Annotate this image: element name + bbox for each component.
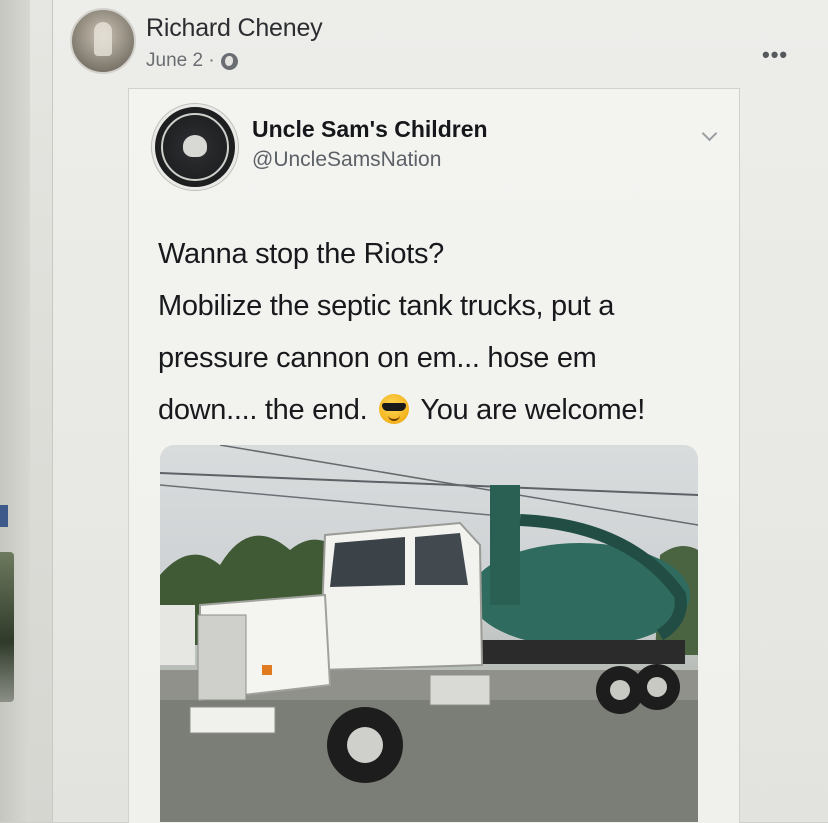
sunglasses-emoji-icon — [379, 394, 410, 424]
tweet-line-last: down.... the end. You are welcome! — [158, 384, 728, 436]
tank-pipe — [490, 485, 520, 605]
power-line — [160, 484, 491, 516]
tweet-line: pressure cannon on em... hose em — [158, 342, 597, 374]
truck-grille — [197, 614, 247, 701]
tweet-handle[interactable]: @UncleSamsNation — [252, 148, 441, 172]
sidebar-marker — [0, 505, 8, 527]
author-name[interactable]: Richard Cheney — [146, 14, 323, 43]
tweet-line: Mobilize the septic tank trucks, put a — [158, 290, 615, 322]
tweet-line: down.... the end. — [158, 394, 368, 426]
globe-icon — [220, 52, 238, 70]
truck-photo-illustration — [160, 445, 698, 822]
wheel-hub — [647, 677, 667, 697]
truck-bumper — [189, 706, 276, 734]
wheel-hub — [610, 680, 630, 700]
cab-window — [415, 533, 468, 585]
tweet-text: Wanna stop the Riots? Mobilize the septi… — [158, 228, 728, 436]
wheel-hub — [347, 727, 383, 763]
post-meta: June 2 · — [146, 50, 238, 72]
tweet-photo[interactable] — [160, 445, 698, 822]
post-date[interactable]: June 2 · — [146, 50, 215, 72]
fuel-tank — [429, 674, 491, 706]
building — [160, 605, 195, 665]
tweet-avatar[interactable] — [152, 104, 238, 190]
skull-emblem-icon — [183, 135, 207, 157]
marker-light — [262, 665, 272, 675]
author-avatar[interactable] — [70, 8, 136, 74]
sidebar-thumbnail[interactable] — [0, 552, 14, 702]
tweet-line-tail: You are welcome! — [420, 394, 645, 426]
more-options-button[interactable]: ••• — [762, 44, 788, 66]
cab-window — [330, 537, 405, 587]
screen-photo: Richard Cheney June 2 · ••• Uncle Sam's … — [0, 0, 828, 823]
truck-frame — [460, 640, 685, 664]
power-line — [219, 445, 698, 526]
tweet-display-name[interactable]: Uncle Sam's Children — [252, 116, 488, 143]
tweet-line: Wanna stop the Riots? — [158, 238, 445, 270]
